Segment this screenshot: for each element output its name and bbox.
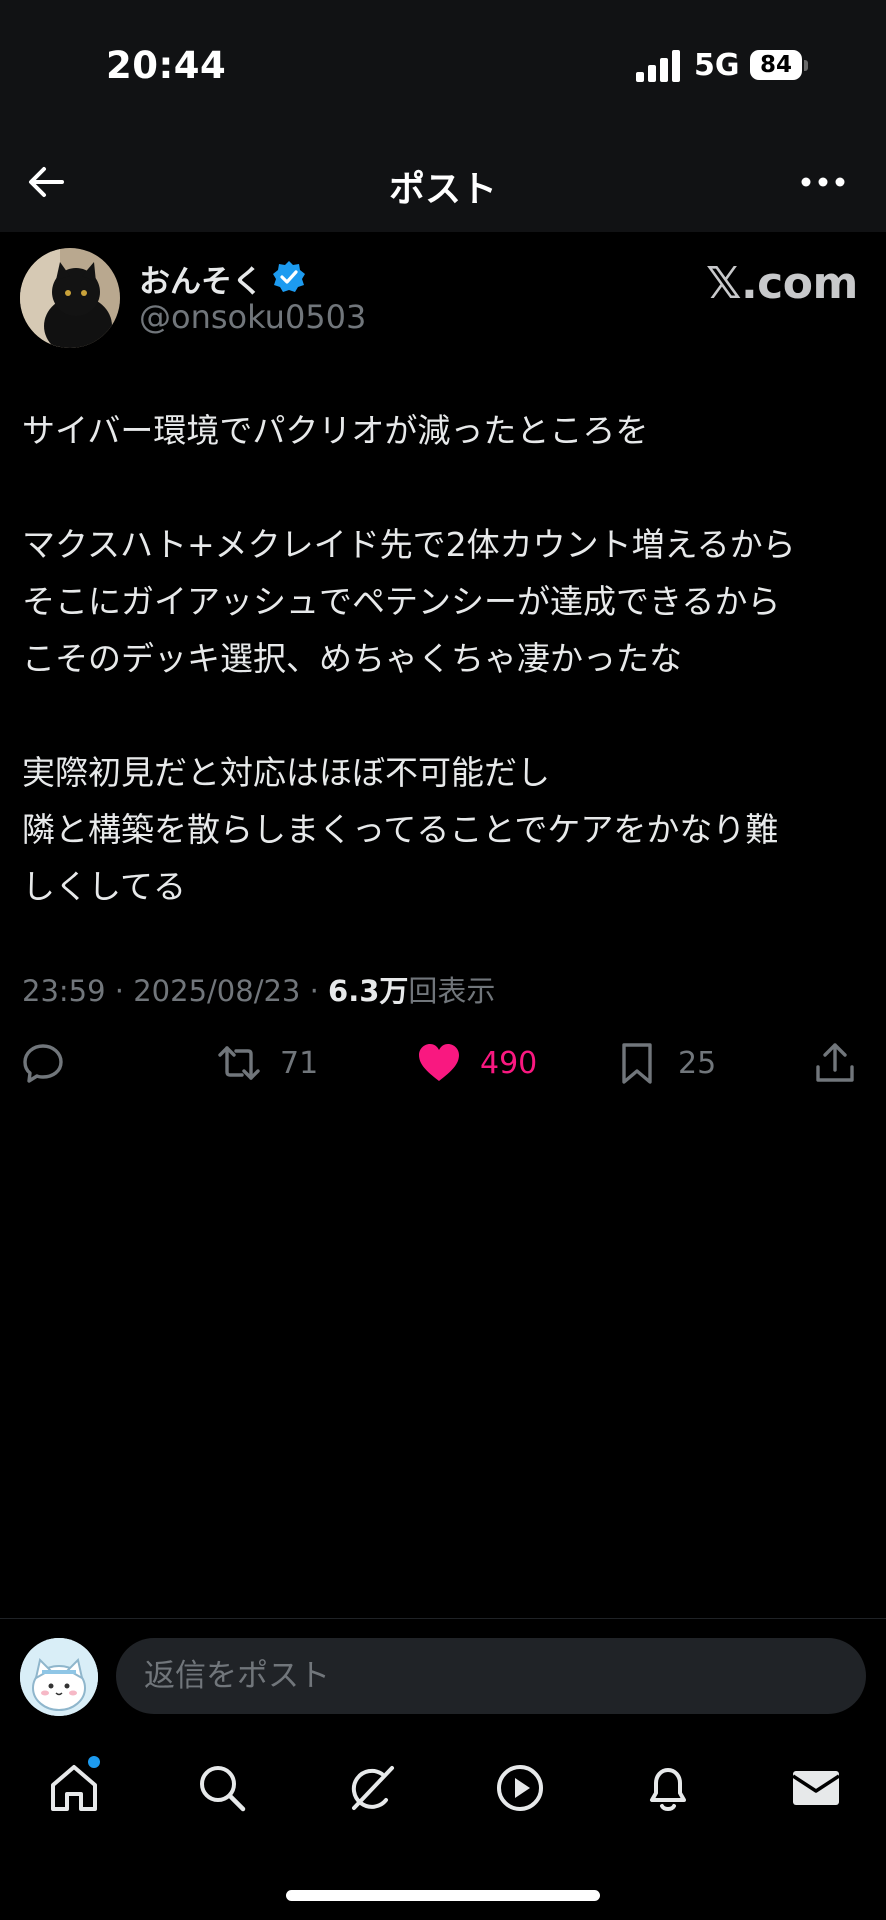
retweet-button[interactable]: 71	[216, 1038, 318, 1088]
status-bar: 20:44 5G 84	[0, 0, 886, 130]
network-type: 5G	[694, 48, 740, 83]
grok-icon[interactable]	[344, 1760, 400, 1816]
meta-separator: ·	[309, 974, 319, 1008]
share-icon	[816, 1043, 854, 1082]
post-meta: 23:59 · 2025/08/23 · 6.3万回表示	[22, 968, 495, 1010]
share-button[interactable]	[812, 1038, 858, 1088]
reply-icon	[23, 1044, 63, 1083]
battery-icon: 84	[750, 50, 808, 82]
bookmark-count: 25	[678, 1045, 717, 1081]
post-line: こそのデッキ選択、めちゃくちゃ凄かったな	[22, 639, 682, 678]
author-display-name[interactable]: おんそく	[139, 256, 263, 301]
status-time: 20:44	[106, 44, 227, 87]
like-button[interactable]: 490	[416, 1038, 537, 1088]
like-count: 490	[480, 1045, 538, 1081]
post-line: サイバー環境でパクリオが減ったところを	[22, 411, 649, 450]
author-avatar[interactable]	[20, 248, 120, 348]
user-avatar[interactable]	[20, 1638, 98, 1716]
post-date: 2025/08/23	[133, 974, 301, 1008]
top-nav: ポスト	[0, 130, 886, 232]
view-count: 6.3万	[328, 974, 409, 1008]
mail-icon[interactable]	[788, 1760, 844, 1816]
video-icon[interactable]	[492, 1760, 548, 1816]
notification-dot	[88, 1756, 100, 1768]
page-title: ポスト	[388, 169, 497, 210]
bookmark-icon	[622, 1043, 652, 1084]
reply-input[interactable]	[116, 1638, 866, 1714]
battery-level: 84	[759, 52, 792, 78]
source-badge: 𝕏.com	[706, 258, 858, 309]
bookmark-button[interactable]: 25	[614, 1038, 716, 1088]
post-text: サイバー環境でパクリオが減ったところを マクスハト+メクレイド先で2体カウント増…	[22, 402, 872, 915]
post-line: しくしてる	[22, 867, 187, 906]
post-line: そこにガイアッシュでペテンシーが達成できるから	[22, 582, 781, 621]
bell-icon[interactable]	[640, 1760, 696, 1816]
post-line: 実際初見だと対応はほぼ不可能だし	[22, 753, 550, 792]
reply-button[interactable]	[20, 1038, 66, 1088]
home-icon[interactable]	[46, 1760, 102, 1816]
search-icon[interactable]	[194, 1760, 250, 1816]
view-label: 回表示	[408, 974, 496, 1008]
meta-separator: ·	[114, 974, 125, 1008]
screen: 20:44 5G 84 ポスト おんそく @onsoku0503 𝕏.com サ…	[0, 0, 886, 1920]
post-line: マクスハト+メクレイド先で2体カウント増えるから	[22, 525, 796, 564]
home-indicator	[286, 1890, 600, 1901]
heart-icon	[419, 1044, 459, 1081]
post-line: 隣と構築を散らしまくってることでケアをかなり難	[22, 810, 779, 849]
signal-icon	[636, 50, 680, 82]
retweet-count: 71	[280, 1045, 319, 1081]
retweet-icon	[218, 1046, 260, 1080]
post-time: 23:59	[22, 974, 106, 1008]
divider	[0, 1618, 886, 1619]
verified-icon	[273, 261, 305, 292]
more-icon[interactable]	[798, 158, 848, 206]
author-handle[interactable]: @onsoku0503	[139, 298, 366, 336]
